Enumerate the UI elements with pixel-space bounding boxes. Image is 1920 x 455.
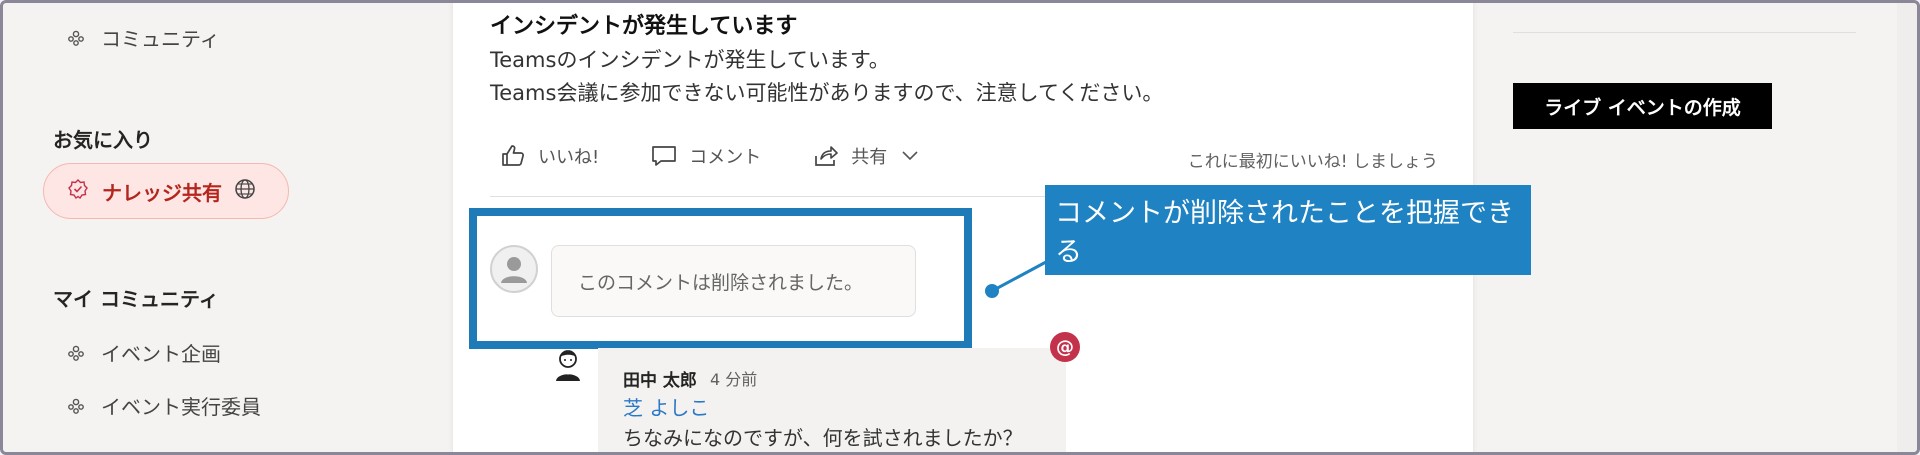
share-icon [815,146,839,166]
my-communities-heading: マイ コミュニティ [53,287,219,311]
create-live-event-button[interactable]: ライブ イベントの作成 [1513,83,1772,129]
sidebar-item-label: イベント実行委員 [101,395,261,419]
reply-text: ちなみになのですが、何を試されましたか？ [623,426,1023,450]
share-button[interactable]: 共有 [813,143,931,169]
like-button[interactable]: いいね! [500,143,599,169]
like-label: いいね! [538,147,600,168]
post-title: インシデントが発生しています [490,14,798,39]
sidebar-item-label: コミュニティ [101,27,220,51]
share-label: 共有 [851,147,888,168]
callout-text: コメントが削除されたことを把握できる [1055,198,1514,268]
sidebar-item-knowledge-share[interactable]: ナレッジ共有 [43,163,289,219]
comment-button[interactable]: コメント [651,143,761,169]
post-body-line: Teams会議に参加できない可能性がありますので、注意してください。 [490,81,1164,105]
right-divider [1513,32,1856,33]
globe-icon [234,178,256,204]
post-body-line: Teamsのインシデントが発生しています。 [490,48,890,72]
sidebar-item-community[interactable]: コミュニティ [67,23,220,52]
chevron-down-icon [902,151,918,161]
community-icon [67,344,85,362]
sidebar-item-label: イベント企画 [101,342,221,366]
left-sidebar: コミュニティ お気に入り ナレッジ共有 マイ コミュニティ イベント企画 イベン… [0,0,450,455]
favorite-label: ナレッジ共有 [102,180,222,205]
user-avatar-icon [553,348,583,382]
post-actions: いいね! コメント 共有 [500,143,983,169]
community-icon [67,397,85,415]
annotation-highlight-box [469,208,972,349]
reply-mention-link[interactable]: 芝 よしこ [623,392,709,421]
community-icon [67,29,85,47]
comment-label: コメント [689,147,762,168]
reply-author[interactable]: 田中 太郎 [623,366,697,391]
live-event-label: ライブ イベントの作成 [1544,96,1741,119]
sidebar-item-event-planning[interactable]: イベント企画 [67,338,221,367]
sidebar-item-event-committee[interactable]: イベント実行委員 [67,391,261,420]
thumbs-up-icon [502,145,524,166]
comment-icon [652,146,677,166]
first-like-prompt[interactable]: これに最初にいいね! しましょう [1188,147,1438,172]
favorites-heading: お気に入り [53,128,153,152]
scrollbar-track[interactable] [1897,0,1917,455]
annotation-callout: コメントが削除されたことを把握できる [1045,185,1531,275]
mention-at-icon: @ [1050,332,1080,362]
reply-timestamp: 4 分前 [710,370,758,389]
verified-icon [68,179,88,203]
